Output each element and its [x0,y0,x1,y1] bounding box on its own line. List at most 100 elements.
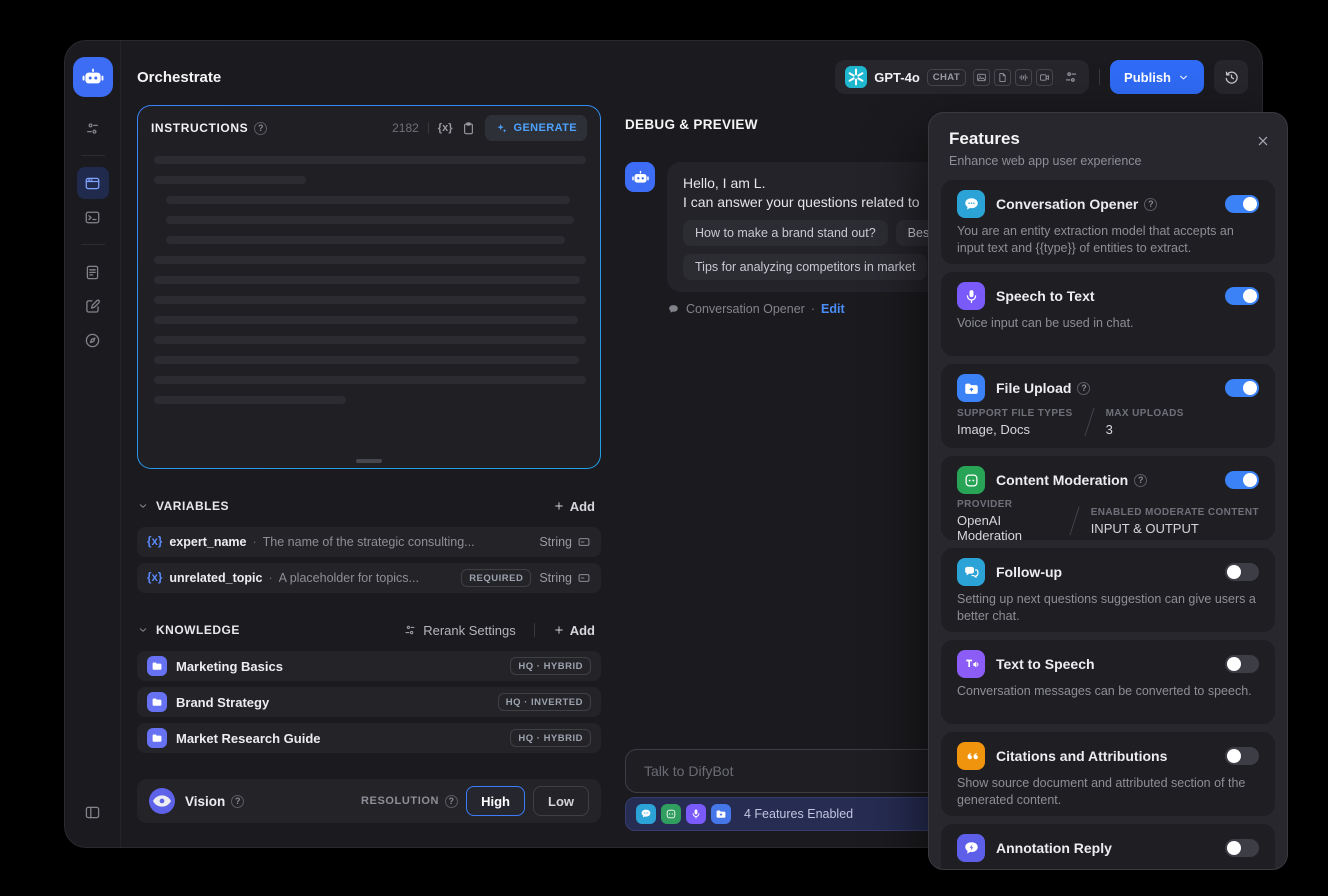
stat-value: OpenAI Moderation [957,513,1023,540]
model-config-icon[interactable] [1063,69,1079,85]
feature-toggle[interactable] [1225,839,1259,857]
help-icon[interactable]: ? [231,794,245,808]
app-logo[interactable] [72,57,113,97]
feature-card-header: Follow-up [957,558,1259,586]
help-icon[interactable]: ? [254,121,268,135]
feature-card-annotation-reply: Annotation Reply [941,824,1275,869]
suggestion-chip[interactable]: Tips for analyzing competitors in market [683,254,928,280]
feature-toggle[interactable] [1225,563,1259,581]
help-icon[interactable]: ? [1144,197,1158,211]
sidebar-item-model-settings[interactable] [77,112,109,144]
resize-handle[interactable] [356,459,382,463]
speech-to-text-glyph [690,808,702,820]
feature-title: Conversation Opener [996,196,1139,212]
variable-row[interactable]: {x} expert_name · The name of the strategic… [137,527,601,557]
content-moderation-icon [957,466,985,494]
knowledge-list: Marketing Basics HQ · HYBRID Brand Strateg… [137,651,601,753]
add-knowledge-button[interactable]: Add [547,622,601,639]
resolution-options: High Low [458,786,589,816]
stat-label: PROVIDER [957,499,1013,510]
chat-bubble-icon [667,303,680,316]
toggle-knob [1243,197,1257,211]
feature-card-header: Text to Speech [957,650,1259,678]
annotation-reply-icon [957,834,985,862]
sidebar-item-logs-terminal[interactable] [77,201,109,233]
model-name: GPT-4o [874,69,920,85]
variable-row[interactable]: {x} unrelated_topic · A placeholder for top… [137,563,601,593]
resolution-high-button[interactable]: High [466,786,525,816]
knowledge-row[interactable]: Marketing Basics HQ · HYBRID [137,651,601,681]
feature-toggle[interactable] [1225,379,1259,397]
sidebar-item-documents[interactable] [77,256,109,288]
help-icon[interactable]: ? [1077,381,1091,395]
toggle-knob [1227,657,1241,671]
chevron-down-icon[interactable] [137,624,149,636]
history-button[interactable] [1214,60,1248,94]
knowledge-row[interactable]: Market Research Guide HQ · HYBRID [137,723,601,753]
feature-toggle[interactable] [1225,287,1259,305]
suggestion-chip[interactable]: How to make a brand stand out? [683,220,888,246]
resolution-low-button[interactable]: Low [533,786,589,816]
stat-divider [1083,407,1095,437]
citations-glyph [963,748,980,765]
model-capabilities [973,68,1054,86]
sidebar-item-orchestrate[interactable] [76,167,109,199]
skeleton-line [154,336,586,344]
features-subtitle: Enhance web app user experience [949,154,1142,168]
instructions-text-skeleton[interactable] [138,150,600,404]
enabled-feature-icons [636,804,731,824]
sidebar-item-explore[interactable] [77,324,109,356]
separator-dot: · [268,571,273,585]
edit-field-icon[interactable] [577,535,591,549]
feature-stat: ENABLED MODERATE CONTENT INPUT & OUTPUT [1091,507,1259,536]
insert-variable-button[interactable]: {x} [438,122,453,134]
feature-title: Follow-up [996,564,1063,580]
generate-button[interactable]: GENERATE [485,115,587,141]
help-icon[interactable]: ? [445,794,459,808]
help-icon[interactable]: ? [1134,473,1148,487]
image-capability-badge [973,68,991,86]
feature-stat: PROVIDER OpenAI Moderation [957,499,1058,540]
sidebar-item-collapse-sidebar[interactable] [77,796,109,828]
variable-meta: String [539,535,591,549]
openai-icon [845,66,868,88]
header-actions: GPT-4o CHAT Publish [835,60,1248,94]
variable-description: The name of the strategic consulting... [262,535,475,549]
stat-value: INPUT & OUTPUT [1090,520,1199,536]
variable-type: String [539,535,591,549]
features-panel: Features Enhance web app user experience… [928,112,1288,870]
model-selector[interactable]: GPT-4o CHAT [835,60,1090,94]
toggle-knob [1227,841,1241,855]
knowledge-row[interactable]: Brand Strategy HQ · INVERTED [137,687,601,717]
copy-icon[interactable] [461,121,476,136]
skeleton-line [154,376,586,384]
required-badge: REQUIRED [461,569,532,587]
feature-toggle[interactable] [1225,747,1259,765]
edit-field-icon[interactable] [577,571,591,585]
chevron-down-icon[interactable] [137,500,149,512]
file-upload-icon [957,374,985,402]
collapse-panel-icon [84,804,101,821]
close-icon[interactable] [1255,133,1271,149]
variables-list: {x} expert_name · The name of the strategic… [137,527,601,593]
rerank-settings-button[interactable]: Rerank Settings [397,622,522,639]
content-moderation-glyph [963,472,980,489]
feature-toggle[interactable] [1225,471,1259,489]
document-icon [84,264,101,281]
edit-opener-link[interactable]: Edit [821,302,845,316]
file-upload-glyph [963,380,980,397]
feature-card-speech-to-text: Speech to Text Voice input can be used in… [941,272,1275,356]
feature-toggle[interactable] [1225,655,1259,673]
content-moderation-icon [661,804,681,824]
folder-glyph [151,660,163,672]
feature-stats: PROVIDER OpenAI Moderation ENABLED MODERAT… [957,499,1259,540]
stat-label: SUPPORT FILE TYPES [957,407,1073,419]
conversation-opener-icon [957,190,985,218]
variable-meta: REQUIRED String [461,569,591,587]
add-variable-button[interactable]: Add [547,498,601,515]
compass-icon [84,332,101,349]
sidebar-item-annotations[interactable] [77,290,109,322]
publish-button[interactable]: Publish [1110,60,1204,94]
variable-token: {x} [147,572,163,584]
feature-toggle[interactable] [1225,195,1259,213]
